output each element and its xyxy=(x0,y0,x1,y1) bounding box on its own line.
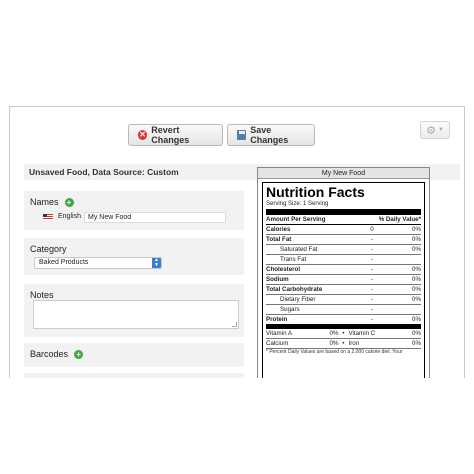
nutrient-amount: - xyxy=(370,296,374,303)
nutrient-amount: - xyxy=(370,286,374,293)
daily-value-header: % Daily Value* xyxy=(378,216,421,223)
save-changes-button[interactable]: Save Changes xyxy=(227,124,315,146)
nutrient-amount: - xyxy=(370,246,374,253)
nutrient-amount: - xyxy=(370,306,374,313)
nutrition-row: Saturated Fat - 0% xyxy=(266,245,421,255)
nutrient-name: Total Carbohydrate xyxy=(266,286,323,293)
nutrient-amount: 0 xyxy=(370,226,374,233)
names-section: Names + English xyxy=(24,191,244,230)
settings-menu-button[interactable]: ⚙ ▼ xyxy=(420,121,450,139)
nutrient-daily-value: 0% xyxy=(412,226,421,233)
nutrient-daily-value xyxy=(387,255,421,264)
nutrient-name: Protein xyxy=(266,316,288,323)
food-editor-window: ✕ Revert Changes Save Changes ⚙ ▼ Unsave… xyxy=(9,106,465,378)
category-section: Category Baked Products ▲ ▼ xyxy=(24,238,244,275)
save-icon xyxy=(237,130,247,140)
vitamin-name: Calcium xyxy=(266,340,289,347)
bullet-separator: • xyxy=(342,340,345,347)
vitamin-daily-value: 0% xyxy=(412,330,421,337)
vitamin-row: Vitamin A 0% • Vitamin C 0% xyxy=(266,329,421,339)
nutrient-name: Calories xyxy=(266,226,291,233)
category-heading: Category xyxy=(30,244,67,254)
nutrient-amount: - xyxy=(370,236,374,243)
nutrition-row: Dietary Fiber - 0% xyxy=(266,295,421,305)
nutrition-header-row: Amount Per Serving % Daily Value* xyxy=(266,215,421,225)
nutrition-row: Sugars - xyxy=(266,305,421,315)
vitamin-name: Vitamin C xyxy=(348,330,376,337)
notes-heading: Notes xyxy=(30,290,54,300)
nutrition-row: Cholesterol - 0% xyxy=(266,265,421,275)
gear-icon: ⚙ xyxy=(426,124,436,137)
nutrition-row: Sodium - 0% xyxy=(266,275,421,285)
nutrient-daily-value: 0% xyxy=(412,276,421,283)
nutrition-row: Calories 0 0% xyxy=(266,225,421,235)
barcodes-section: Barcodes + xyxy=(24,343,244,367)
revert-changes-label: Revert Changes xyxy=(151,125,190,145)
us-flag-icon xyxy=(43,213,53,220)
nutrition-facts-box: Nutrition Facts Serving Size: 1 Serving … xyxy=(262,182,425,378)
nutrition-row: Protein - 0% xyxy=(266,315,421,329)
revert-icon: ✕ xyxy=(138,130,148,140)
nutrition-row: Total Carbohydrate - 0% xyxy=(266,285,421,295)
vitamin-name: Iron xyxy=(348,340,360,347)
vitamin-rows: Vitamin A 0% • Vitamin C 0% Calcium 0% • Iron 0% xyxy=(266,329,421,349)
nutrition-row: Trans Fat - xyxy=(266,255,421,265)
resize-handle-icon[interactable] xyxy=(232,322,237,327)
bullet-separator: • xyxy=(342,330,345,337)
barcodes-heading: Barcodes xyxy=(30,349,69,359)
vitamin-name: Vitamin A xyxy=(266,330,293,337)
vitamin-daily-value: 0% xyxy=(329,330,339,337)
nutrient-amount: - xyxy=(370,276,374,283)
notes-section: Notes xyxy=(24,284,244,337)
nutrient-name: Sodium xyxy=(266,276,289,283)
nutrient-daily-value: 0% xyxy=(412,266,421,273)
nutrient-name: Saturated Fat xyxy=(280,246,318,253)
save-changes-label: Save Changes xyxy=(250,125,289,145)
language-row: English xyxy=(43,213,81,220)
nutrition-row: Total Fat - 0% xyxy=(266,235,421,245)
nutrient-daily-value: 0% xyxy=(412,286,421,293)
vitamin-daily-value: 0% xyxy=(412,340,421,347)
add-name-icon[interactable]: + xyxy=(64,197,74,207)
vitamin-row: Calcium 0% • Iron 0% xyxy=(266,339,421,349)
nutrient-name: Total Fat xyxy=(266,236,292,243)
language-label: English xyxy=(58,213,81,220)
nutrient-daily-value: 0% xyxy=(412,236,421,243)
nutrient-amount: - xyxy=(370,316,374,323)
nutrient-daily-value xyxy=(387,305,421,314)
nutrition-label-panel: My New Food Nutrition Facts Serving Size… xyxy=(257,167,430,378)
category-select[interactable]: Baked Products ▲ ▼ xyxy=(34,257,162,269)
food-name-input[interactable] xyxy=(84,212,226,223)
names-heading: Names xyxy=(30,197,59,207)
nutrient-daily-value: 0% xyxy=(412,296,421,303)
serving-size: Serving Size: 1 Serving xyxy=(266,200,421,215)
nutrition-footnote: * Percent Daily Values are based on a 2,… xyxy=(266,349,403,355)
add-barcode-icon[interactable]: + xyxy=(74,349,84,359)
select-arrows-icon: ▲ ▼ xyxy=(152,258,161,268)
nutrition-food-name: My New Food xyxy=(258,168,429,179)
nutrient-amount: - xyxy=(370,256,374,263)
next-section xyxy=(24,373,244,378)
notes-textarea[interactable] xyxy=(33,300,239,329)
nutrition-facts-title: Nutrition Facts xyxy=(266,184,365,200)
vitamin-daily-value: 0% xyxy=(329,340,339,347)
nutrient-name: Dietary Fiber xyxy=(280,296,316,303)
category-selected-value: Baked Products xyxy=(39,259,89,266)
nutrient-daily-value: 0% xyxy=(412,316,421,323)
nutrient-name: Sugars xyxy=(280,306,300,313)
amount-per-serving-header: Amount Per Serving xyxy=(266,216,326,223)
nutrient-name: Cholesterol xyxy=(266,266,301,273)
nutrition-rows: Calories 0 0% Total Fat -0% Saturated Fat -0% T… xyxy=(266,225,421,329)
nutrient-name: Trans Fat xyxy=(280,256,307,263)
nutrient-amount: - xyxy=(370,266,374,273)
chevron-down-icon: ▼ xyxy=(437,127,444,133)
nutrient-daily-value: 0% xyxy=(412,246,421,253)
revert-changes-button[interactable]: ✕ Revert Changes xyxy=(128,124,223,146)
